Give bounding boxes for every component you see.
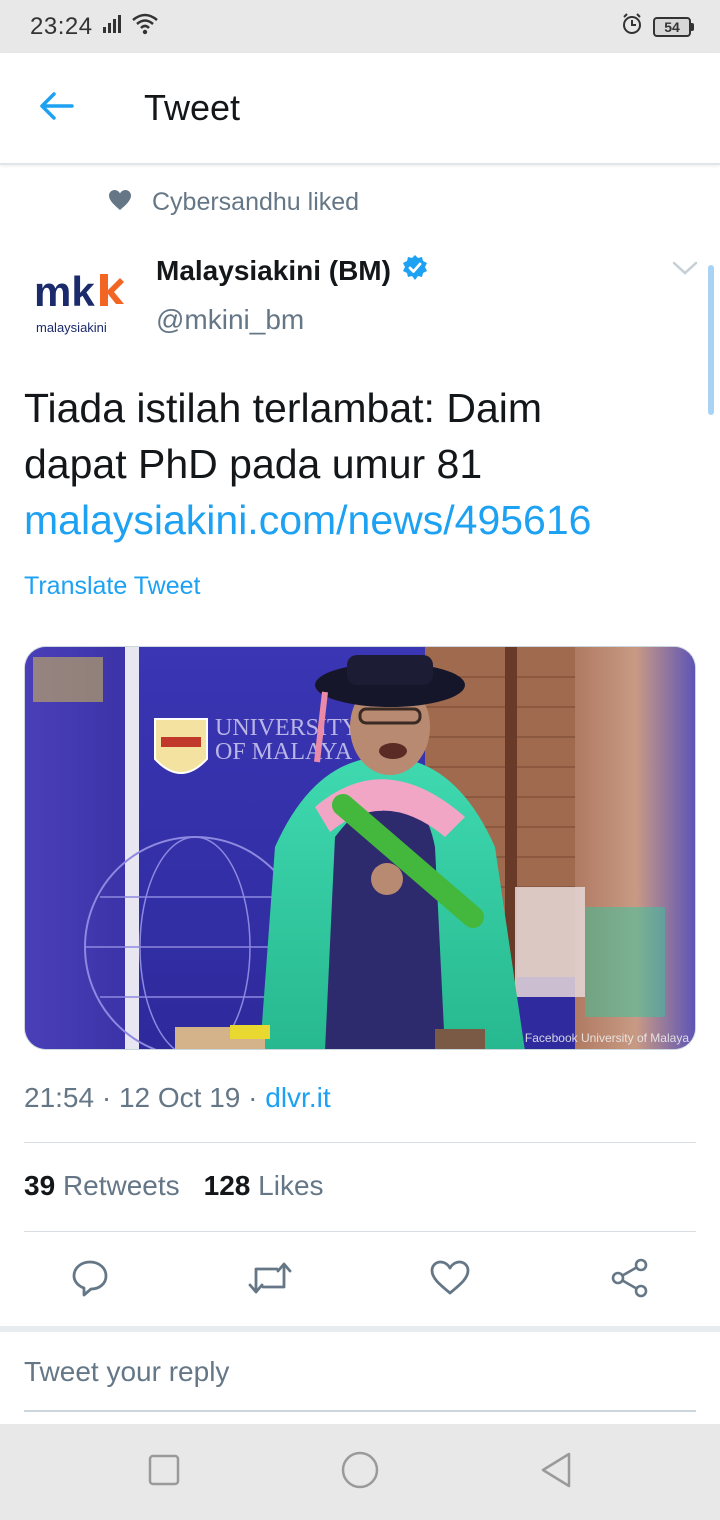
status-bar: 23:24 54 bbox=[0, 0, 720, 53]
status-time: 23:24 bbox=[30, 12, 93, 40]
translate-tweet-button[interactable]: Translate Tweet bbox=[24, 572, 200, 601]
social-context[interactable]: Cybersandhu liked bbox=[108, 188, 359, 217]
author-handle[interactable]: @mkini_bm bbox=[156, 304, 304, 336]
tweet-link[interactable]: malaysiakini.com/news/495616 bbox=[24, 492, 704, 548]
divider bbox=[24, 1142, 696, 1143]
author-name: Malaysiakini (BM) bbox=[156, 254, 391, 286]
avatar-logo-mark: mk bbox=[34, 268, 95, 315]
scrollbar[interactable] bbox=[708, 265, 714, 415]
tweet-time: 21:54 bbox=[24, 1082, 95, 1113]
signal-icon bbox=[102, 15, 125, 38]
tweet-actions bbox=[0, 1250, 720, 1310]
reply-input[interactable]: Tweet your reply bbox=[24, 1356, 696, 1412]
media-banner-text-2: OF MALAYA bbox=[215, 739, 353, 765]
retweet-button[interactable] bbox=[240, 1250, 300, 1310]
tweet-source-link[interactable]: dlvr.it bbox=[265, 1082, 330, 1113]
meta-separator: · bbox=[240, 1082, 266, 1113]
divider bbox=[24, 1231, 696, 1232]
retweets-stat[interactable]: 39 Retweets bbox=[24, 1170, 180, 1202]
photo-credit: Facebook University of Malaya bbox=[524, 1031, 689, 1045]
alarm-icon bbox=[621, 13, 643, 40]
tweet-text-line-1: Tiada istilah terlambat: Daim bbox=[24, 385, 543, 431]
share-button[interactable] bbox=[600, 1250, 660, 1310]
status-icons bbox=[102, 13, 159, 40]
retweet-icon bbox=[247, 1261, 293, 1300]
like-button[interactable] bbox=[420, 1250, 480, 1310]
triangle-back-icon bbox=[539, 1452, 573, 1493]
reply-placeholder: Tweet your reply bbox=[24, 1356, 230, 1387]
like-icon bbox=[430, 1260, 470, 1301]
avatar[interactable]: mk malaysiakini bbox=[24, 244, 132, 352]
tweet-text-line-2: dapat PhD pada umur 81 bbox=[24, 441, 483, 487]
share-icon bbox=[610, 1258, 650, 1303]
author-name-row[interactable]: Malaysiakini (BM) bbox=[156, 254, 429, 287]
reply-button[interactable] bbox=[60, 1250, 120, 1310]
recent-apps-button[interactable] bbox=[140, 1448, 188, 1496]
tweet-media-image[interactable]: UNIVERSITY OF MALAYA Facebook University… bbox=[24, 646, 696, 1050]
verified-badge-icon bbox=[401, 254, 429, 287]
back-button[interactable] bbox=[26, 78, 86, 138]
likes-label: Likes bbox=[258, 1170, 324, 1201]
retweets-count: 39 bbox=[24, 1170, 56, 1201]
media-banner-text-1: UNIVERSITY bbox=[215, 715, 359, 741]
likes-count: 128 bbox=[203, 1170, 251, 1201]
arrow-left-icon bbox=[38, 91, 74, 126]
tweet-text: Tiada istilah terlambat: Daim dapat PhD … bbox=[24, 380, 704, 548]
avatar-logo-text: malaysiakini bbox=[36, 320, 107, 335]
retweets-label: Retweets bbox=[62, 1170, 180, 1201]
likes-stat[interactable]: 128 Likes bbox=[204, 1170, 324, 1202]
tweet-meta: 21:54 · 12 Oct 19 · dlvr.it bbox=[24, 1082, 331, 1114]
section-divider bbox=[0, 1326, 720, 1332]
reply-icon bbox=[71, 1259, 109, 1302]
meta-separator: · bbox=[94, 1082, 119, 1113]
battery-icon: 54 bbox=[653, 16, 694, 37]
system-nav-bar bbox=[0, 1424, 720, 1520]
circle-icon bbox=[341, 1451, 379, 1494]
app-header: Tweet bbox=[0, 53, 720, 165]
home-button[interactable] bbox=[336, 1448, 384, 1496]
heart-icon bbox=[108, 189, 132, 216]
tweet-date: 12 Oct 19 bbox=[118, 1082, 241, 1113]
page-title: Tweet bbox=[144, 87, 241, 128]
wifi-icon bbox=[131, 13, 159, 40]
chevron-down-icon[interactable] bbox=[672, 260, 698, 281]
social-context-text: Cybersandhu liked bbox=[152, 188, 360, 216]
square-icon bbox=[148, 1454, 180, 1491]
tweet-stats: 39 Retweets 128 Likes bbox=[24, 1170, 324, 1202]
back-nav-button[interactable] bbox=[532, 1448, 580, 1496]
battery-level: 54 bbox=[653, 16, 691, 37]
